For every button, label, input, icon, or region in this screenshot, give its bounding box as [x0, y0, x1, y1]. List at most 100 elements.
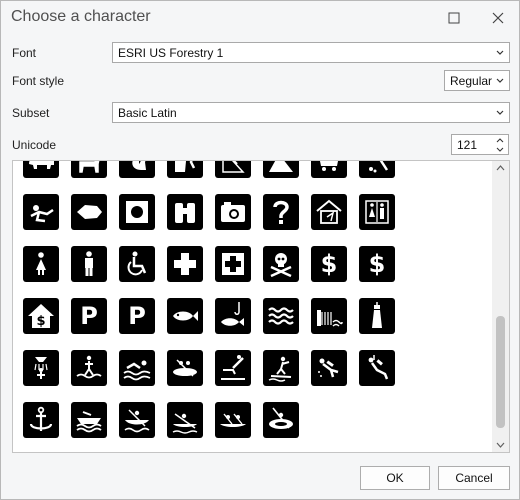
- scroll-up-icon[interactable]: [492, 161, 509, 175]
- diving-icon: [215, 350, 251, 386]
- glyph-cell[interactable]: [65, 394, 113, 446]
- wading-icon: [71, 350, 107, 386]
- canoe-group-icon: [215, 402, 251, 438]
- glyph-cell[interactable]: P: [65, 290, 113, 342]
- ok-button[interactable]: OK: [360, 466, 430, 490]
- glyph-cell[interactable]: [161, 342, 209, 394]
- glyph-cell[interactable]: [305, 186, 353, 238]
- glyph-letter: $: [368, 250, 386, 278]
- glyph-cell[interactable]: $: [353, 238, 401, 290]
- vertical-scrollbar[interactable]: [492, 161, 509, 452]
- font-select[interactable]: ESRI US Forestry 1: [112, 42, 510, 63]
- mining-pick-icon: [359, 161, 395, 178]
- glyph-cell[interactable]: [17, 186, 65, 238]
- glyph-cell[interactable]: [113, 161, 161, 186]
- glyph-cell[interactable]: [161, 394, 209, 446]
- font-value: ESRI US Forestry 1: [118, 46, 224, 60]
- swimming-icon: [119, 350, 155, 386]
- water-waves-icon: [263, 298, 299, 334]
- parking-serif-icon: P: [119, 298, 155, 334]
- climber-icon: [215, 161, 251, 178]
- maximize-button[interactable]: [443, 7, 465, 29]
- glyph-cell[interactable]: [305, 161, 353, 186]
- font-style-select[interactable]: Regular: [444, 70, 510, 91]
- fee-dollar-alt-icon: $: [359, 246, 395, 282]
- unicode-stepper[interactable]: 121: [451, 134, 509, 155]
- glyph-cell[interactable]: [305, 290, 353, 342]
- glyph-cell[interactable]: [209, 238, 257, 290]
- shower-icon: [23, 350, 59, 386]
- glyph-cell[interactable]: [305, 342, 353, 394]
- bear-icon: [23, 161, 59, 178]
- glyph-cell[interactable]: [353, 342, 401, 394]
- glyph-cell[interactable]: [209, 161, 257, 186]
- dam-icon: [311, 298, 347, 334]
- glyph-cell[interactable]: [209, 342, 257, 394]
- glyph-cell[interactable]: [353, 161, 401, 186]
- information-question-icon: [263, 194, 299, 230]
- unicode-label: Unicode: [12, 138, 57, 152]
- chevron-down-icon: [496, 110, 504, 115]
- cancel-button[interactable]: Cancel: [438, 466, 510, 490]
- fishing-icon: [215, 298, 251, 334]
- glyph-cell[interactable]: [257, 342, 305, 394]
- glyph-cell[interactable]: [257, 161, 305, 186]
- house-fee-icon: $: [23, 298, 59, 334]
- glyph-cell[interactable]: [65, 186, 113, 238]
- glyph-cell[interactable]: [353, 290, 401, 342]
- glyph-cell[interactable]: [113, 238, 161, 290]
- subset-label: Subset: [12, 106, 50, 120]
- glyph-letter: P: [128, 302, 146, 330]
- glyph-cell[interactable]: $: [305, 238, 353, 290]
- glyph-cell[interactable]: [65, 238, 113, 290]
- font-style-value: Regular: [450, 74, 493, 88]
- binoculars-icon: [167, 194, 203, 230]
- glyph-cell[interactable]: [161, 238, 209, 290]
- subset-select[interactable]: Basic Latin: [112, 102, 510, 123]
- glyph-cell[interactable]: [209, 186, 257, 238]
- glyph-cell[interactable]: [257, 394, 305, 446]
- glyph-cell[interactable]: [257, 290, 305, 342]
- glyph-cell[interactable]: [257, 238, 305, 290]
- glyph-cell[interactable]: [113, 394, 161, 446]
- maximize-icon: [448, 12, 460, 24]
- men-icon: [71, 246, 107, 282]
- scroll-down-icon[interactable]: [492, 438, 509, 452]
- glyph-cell[interactable]: [113, 186, 161, 238]
- parking-round-icon: P: [71, 298, 107, 334]
- glyph-letter: P: [80, 302, 98, 330]
- dialog-title: Choose a character: [11, 8, 151, 25]
- glyph-cell[interactable]: [161, 186, 209, 238]
- anchor-icon: [23, 402, 59, 438]
- glyph-cell[interactable]: [257, 186, 305, 238]
- glyph-cell[interactable]: [161, 161, 209, 186]
- spin-down-icon[interactable]: [494, 145, 506, 154]
- glyph-cell[interactable]: [209, 290, 257, 342]
- glyph-cell[interactable]: [17, 238, 65, 290]
- glyph-cell[interactable]: $: [17, 290, 65, 342]
- glyph-cell[interactable]: [113, 342, 161, 394]
- character-grid: $ $ $ P P: [12, 160, 510, 453]
- fish-hatchery-icon: [167, 298, 203, 334]
- spin-up-icon[interactable]: [494, 136, 506, 145]
- lighthouse-icon: [359, 298, 395, 334]
- scrollbar-thumb[interactable]: [496, 316, 505, 428]
- ski-boat-icon: [71, 402, 107, 438]
- close-button[interactable]: [487, 7, 509, 29]
- hospital-cross-icon: [215, 246, 251, 282]
- fee-dollar-icon: $: [311, 246, 347, 282]
- snorkeling-icon: [359, 350, 395, 386]
- glyph-cell[interactable]: [17, 394, 65, 446]
- rafting-icon: [167, 350, 203, 386]
- glyph-cell[interactable]: [353, 186, 401, 238]
- glyph-cell[interactable]: [65, 342, 113, 394]
- first-aid-cross-icon: [167, 246, 203, 282]
- glyph-cell[interactable]: P: [113, 290, 161, 342]
- glyph-cell[interactable]: [65, 161, 113, 186]
- glyph-cell[interactable]: [17, 342, 65, 394]
- restrooms-icon: [359, 194, 395, 230]
- glyph-cell[interactable]: [209, 394, 257, 446]
- glyph-cell[interactable]: [161, 290, 209, 342]
- camera-icon: [215, 194, 251, 230]
- glyph-cell[interactable]: [17, 161, 65, 186]
